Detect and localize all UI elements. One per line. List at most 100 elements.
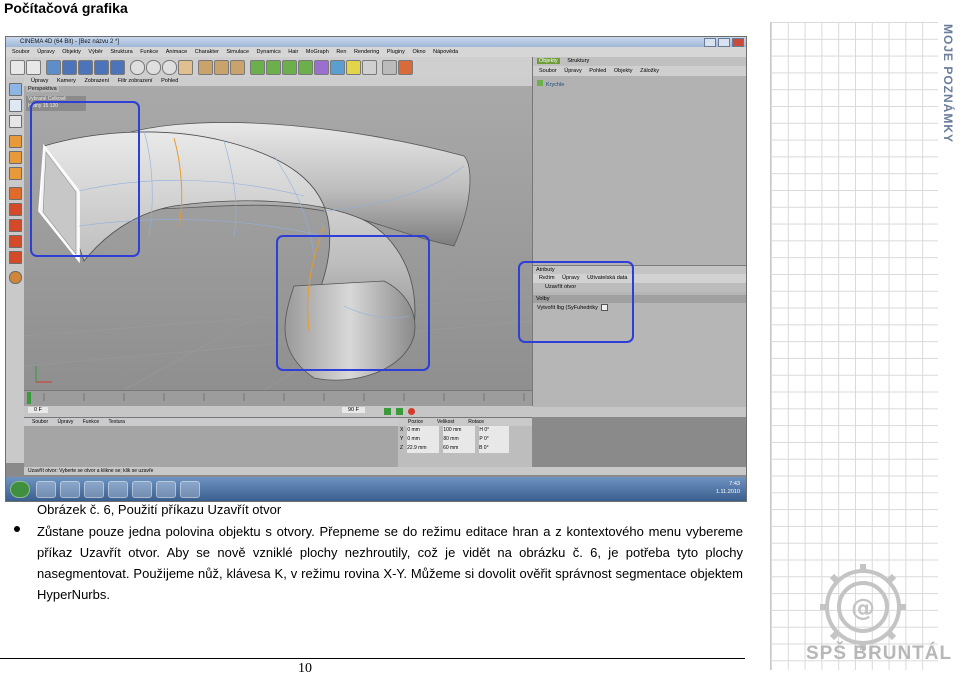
- menu-item[interactable]: Nápověda: [433, 49, 458, 55]
- timeline-ruler[interactable]: [24, 390, 532, 407]
- material-menu-item[interactable]: Soubor: [32, 419, 48, 425]
- coord-rot-field[interactable]: B 0°: [479, 444, 510, 453]
- object-mode-icon[interactable]: [9, 99, 22, 112]
- texture-mode-icon[interactable]: [9, 115, 22, 128]
- record-icon[interactable]: [408, 408, 415, 415]
- z-axis-icon[interactable]: [162, 60, 177, 75]
- live-select-icon[interactable]: [46, 60, 61, 75]
- render-view-icon[interactable]: [198, 60, 213, 75]
- scene-icon[interactable]: [330, 60, 345, 75]
- close-button[interactable]: [732, 38, 744, 47]
- highlight-attribute-panel: [518, 261, 634, 343]
- play-icon[interactable]: [384, 408, 391, 415]
- status-bar: Uzavřít otvor: Vyberte se otvor a klikne…: [24, 467, 746, 475]
- solo-icon[interactable]: [9, 251, 22, 264]
- scale-icon[interactable]: [78, 60, 93, 75]
- snap-icon[interactable]: [9, 203, 22, 216]
- tab-objects[interactable]: Objekty: [537, 58, 560, 64]
- menu-item[interactable]: Dynamics: [257, 49, 281, 55]
- taskbar-app-icon[interactable]: [156, 481, 176, 498]
- render-settings-icon[interactable]: [230, 60, 245, 75]
- tab-structure[interactable]: Struktury: [565, 58, 591, 64]
- taskbar-cinema4d-icon[interactable]: [180, 481, 200, 498]
- coord-pos-field[interactable]: 0 mm: [407, 435, 440, 444]
- render-picture-icon[interactable]: [214, 60, 229, 75]
- coord-header: Rotace: [468, 419, 485, 425]
- menu-item[interactable]: Pluginy: [387, 49, 405, 55]
- menu-item[interactable]: Charakter: [195, 49, 219, 55]
- edges-mode-icon[interactable]: [9, 151, 22, 164]
- bp-icon[interactable]: [9, 271, 22, 284]
- grid-icon[interactable]: [382, 60, 397, 75]
- x-axis-icon[interactable]: [130, 60, 145, 75]
- material-menu-item[interactable]: Textura: [109, 419, 125, 425]
- taskbar-explorer-icon[interactable]: [84, 481, 104, 498]
- next-frame-icon[interactable]: [396, 408, 403, 415]
- camera-icon[interactable]: [346, 60, 361, 75]
- coord-size-field[interactable]: 80 mm: [443, 435, 476, 444]
- undo-icon[interactable]: [10, 60, 25, 75]
- coord-rot-field[interactable]: P 0°: [479, 435, 510, 444]
- frame-end-field[interactable]: 90 F: [342, 407, 366, 413]
- polygons-mode-icon[interactable]: [9, 167, 22, 180]
- menu-item[interactable]: MoGraph: [306, 49, 329, 55]
- start-button[interactable]: [10, 481, 30, 498]
- axis-icon[interactable]: [9, 219, 22, 232]
- stop-icon[interactable]: [398, 60, 413, 75]
- viewport-menu-item[interactable]: Filtr zobrazení: [118, 78, 153, 84]
- minimize-button[interactable]: [704, 38, 716, 47]
- deformer-icon[interactable]: [314, 60, 329, 75]
- coord-pos-field[interactable]: 0 mm: [407, 426, 440, 435]
- menu-item[interactable]: Výběr: [88, 49, 102, 55]
- menu-item[interactable]: Rendering: [354, 49, 379, 55]
- pen-icon[interactable]: [266, 60, 281, 75]
- model-mode-icon[interactable]: [9, 83, 22, 96]
- coord-pos-field[interactable]: 22.9 mm: [407, 444, 440, 453]
- material-menu-item[interactable]: Úpravy: [58, 419, 74, 425]
- menu-item[interactable]: Okno: [412, 49, 425, 55]
- rotate-icon[interactable]: [94, 60, 109, 75]
- menu-item[interactable]: Hair: [288, 49, 298, 55]
- object-row[interactable]: Krychle: [537, 80, 564, 89]
- taskbar-ie-icon[interactable]: [36, 481, 56, 498]
- workplane-icon[interactable]: [9, 187, 22, 200]
- object-menu-item[interactable]: Pohled: [589, 68, 606, 74]
- coordinate-system-icon[interactable]: [178, 60, 193, 75]
- menu-item[interactable]: Ren: [336, 49, 346, 55]
- array-icon[interactable]: [298, 60, 313, 75]
- taskbar-app-icon[interactable]: [132, 481, 152, 498]
- menu-item[interactable]: Struktura: [110, 49, 132, 55]
- taskbar-media-icon[interactable]: [60, 481, 80, 498]
- object-menu-item[interactable]: Objekty: [614, 68, 633, 74]
- light-icon[interactable]: [362, 60, 377, 75]
- object-menu-item[interactable]: Soubor: [539, 68, 557, 74]
- menu-item[interactable]: Animace: [166, 49, 187, 55]
- y-axis-icon[interactable]: [146, 60, 161, 75]
- coord-size-field[interactable]: 100 mm: [443, 426, 476, 435]
- cube-icon[interactable]: [250, 60, 265, 75]
- points-mode-icon[interactable]: [9, 135, 22, 148]
- nurbs-icon[interactable]: [282, 60, 297, 75]
- viewport-menu-item[interactable]: Zobrazení: [84, 78, 109, 84]
- frame-start-field[interactable]: 0 F: [28, 407, 48, 413]
- add-icon[interactable]: [110, 60, 125, 75]
- coord-size-field[interactable]: 60 mm: [443, 444, 476, 453]
- menu-item[interactable]: Soubor: [12, 49, 30, 55]
- menu-item[interactable]: Funkce: [140, 49, 158, 55]
- tweak-icon[interactable]: [9, 235, 22, 248]
- menu-item[interactable]: Objekty: [62, 49, 81, 55]
- viewport-menu-item[interactable]: Kamery: [57, 78, 76, 84]
- material-menu-item[interactable]: Funkce: [83, 419, 99, 425]
- viewport-menu-item[interactable]: Úpravy: [31, 78, 48, 84]
- menu-item[interactable]: Úpravy: [37, 49, 54, 55]
- maximize-button[interactable]: [718, 38, 730, 47]
- coord-rot-field[interactable]: H 0°: [479, 426, 510, 435]
- taskbar-app-icon[interactable]: [108, 481, 128, 498]
- object-manager: Objekty Struktury Soubor Úpravy Pohled O…: [532, 57, 746, 407]
- move-icon[interactable]: [62, 60, 77, 75]
- object-menu-item[interactable]: Úpravy: [564, 68, 581, 74]
- object-menu-item[interactable]: Záložky: [640, 68, 659, 74]
- menu-item[interactable]: Simulace: [226, 49, 249, 55]
- redo-icon[interactable]: [26, 60, 41, 75]
- viewport-menu-item[interactable]: Pohled: [161, 78, 178, 84]
